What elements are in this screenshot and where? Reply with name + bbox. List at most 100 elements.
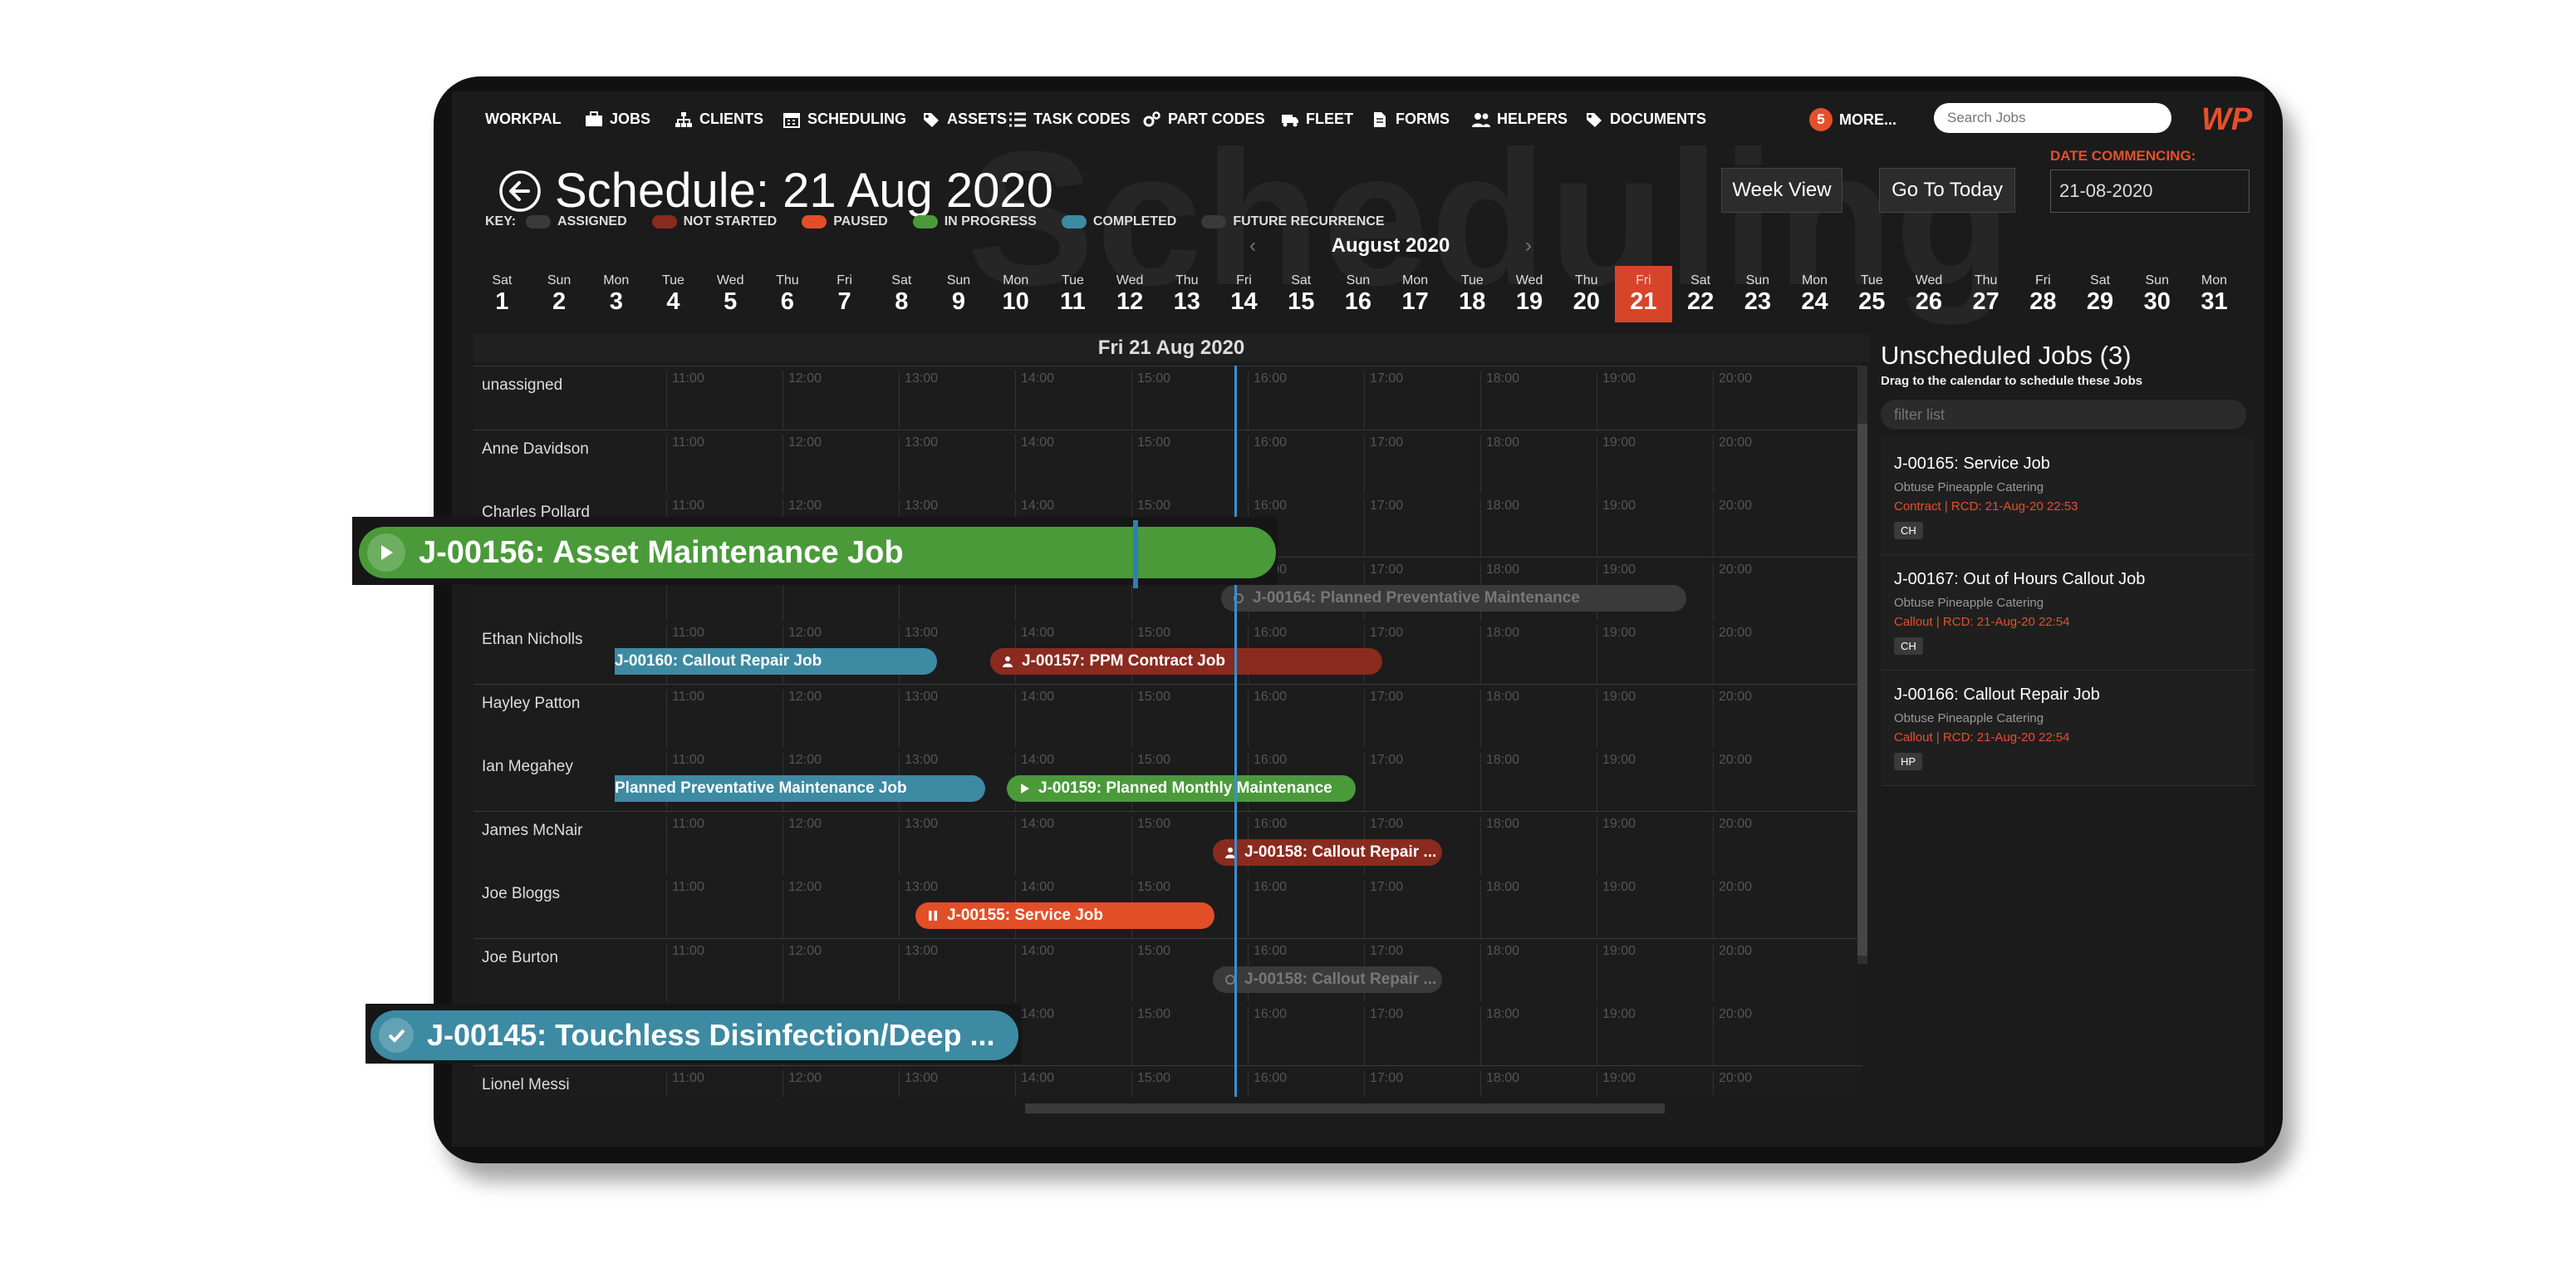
day-19[interactable]: Wed 19 bbox=[1501, 266, 1558, 322]
day-5[interactable]: Wed 5 bbox=[702, 266, 759, 322]
nav-jobs[interactable]: JOBS bbox=[585, 111, 650, 128]
day-21[interactable]: Fri 21 bbox=[1615, 266, 1672, 322]
schedule-row[interactable]: unassigned 11:00 12:00 13:00 14:00 15:00 16:00… bbox=[473, 366, 1862, 430]
job-bar[interactable]: J-00164: Planned Preventative Maintenanc… bbox=[1221, 584, 1686, 612]
nav-brand[interactable]: WORKPAL bbox=[485, 111, 562, 128]
day-12[interactable]: Wed 12 bbox=[1102, 266, 1159, 322]
key-item-label: PAUSED bbox=[833, 214, 888, 229]
dragged-job-j00145[interactable]: J-00145: Touchless Disinfection/Deep ... bbox=[370, 1010, 1018, 1060]
day-7[interactable]: Fri 7 bbox=[816, 266, 873, 322]
day-15[interactable]: Sat 15 bbox=[1273, 266, 1330, 322]
day-17[interactable]: Mon 17 bbox=[1386, 266, 1444, 322]
unscheduled-job[interactable]: J-00166: Callout Repair Job Obtuse Pinea… bbox=[1881, 671, 2255, 786]
horizontal-scrollbar[interactable] bbox=[1025, 1103, 1665, 1113]
day-30[interactable]: Sun 30 bbox=[2128, 266, 2186, 322]
day-25[interactable]: Tue 25 bbox=[1843, 266, 1901, 322]
dragged-job-j00156[interactable]: J-00156: Asset Maintenance Job bbox=[359, 527, 1276, 578]
go-to-today-button[interactable]: Go To Today bbox=[1879, 168, 2015, 213]
hour-tick: 14:00 bbox=[1015, 816, 1054, 875]
day-3[interactable]: Mon 3 bbox=[587, 266, 645, 322]
nav-task-codes[interactable]: TASK CODES bbox=[1008, 111, 1131, 128]
hour-tick: 11:00 bbox=[666, 371, 704, 430]
week-view-button[interactable]: Week View bbox=[1721, 168, 1842, 213]
day-18[interactable]: Tue 18 bbox=[1444, 266, 1501, 322]
schedule-row[interactable]: Joe Burton 11:00 12:00 13:00 14:00 15:00 16:00… bbox=[473, 937, 1862, 1002]
day-2[interactable]: Sun 2 bbox=[531, 266, 588, 322]
day-22[interactable]: Sat 22 bbox=[1672, 266, 1730, 322]
day-20[interactable]: Thu 20 bbox=[1558, 266, 1615, 322]
nav-clients[interactable]: CLIENTS bbox=[675, 111, 763, 128]
day-26[interactable]: Wed 26 bbox=[1901, 266, 1958, 322]
filter-list-input[interactable] bbox=[1881, 400, 2246, 430]
day-6[interactable]: Thu 6 bbox=[759, 266, 817, 322]
drag-time-marker bbox=[1133, 520, 1138, 588]
day-28[interactable]: Fri 28 bbox=[2014, 266, 2072, 322]
job-bar-label: J-00160: Callout Repair Job bbox=[615, 652, 822, 670]
unscheduled-job[interactable]: J-00165: Service Job Obtuse Pineapple Ca… bbox=[1881, 440, 2255, 555]
nav-scheduling[interactable]: SCHEDULING bbox=[783, 111, 906, 128]
search-jobs-input[interactable] bbox=[1934, 103, 2171, 133]
back-arrow-icon[interactable] bbox=[498, 170, 542, 213]
unscheduled-job[interactable]: J-00167: Out of Hours Callout Job Obtuse… bbox=[1881, 555, 2255, 671]
nav-documents[interactable]: DOCUMENTS bbox=[1585, 111, 1706, 128]
day-number: 23 bbox=[1744, 287, 1771, 315]
day-name: Tue bbox=[1860, 273, 1883, 287]
day-14[interactable]: Fri 14 bbox=[1215, 266, 1273, 322]
day-9[interactable]: Sun 9 bbox=[930, 266, 988, 322]
day-strip: Sat 1 Sun 2 Mon 3 Tue 4 Wed 5 Thu 6 Fri 7 Sat 8 Sun 9 Mon 1… bbox=[473, 266, 2243, 322]
workpal-logo: WP bbox=[2201, 102, 2253, 135]
hour-tick: 19:00 bbox=[1597, 1070, 1636, 1097]
job-bar[interactable]: J-00158: Callout Repair ... bbox=[1213, 838, 1442, 866]
day-8[interactable]: Sat 8 bbox=[873, 266, 930, 322]
day-name: Thu bbox=[1175, 273, 1199, 287]
schedule-row[interactable]: Lionel Messi 11:00 12:00 13:00 14:00 15:00 16:… bbox=[473, 1064, 1862, 1097]
hour-tick: 11:00 bbox=[666, 1070, 704, 1097]
key-item-label: COMPLETED bbox=[1092, 214, 1177, 229]
job-bar[interactable]: J-00158: Callout Repair ... bbox=[1213, 966, 1442, 993]
hour-tick: 14:00 bbox=[1015, 689, 1054, 748]
day-23[interactable]: Sun 23 bbox=[1729, 266, 1786, 322]
hour-tick: 17:00 bbox=[1364, 753, 1403, 811]
day-4[interactable]: Tue 4 bbox=[645, 266, 702, 322]
next-month-button[interactable]: › bbox=[1525, 234, 1532, 258]
vertical-scrollbar[interactable] bbox=[1857, 424, 1867, 956]
day-29[interactable]: Sat 29 bbox=[2072, 266, 2129, 322]
nav-part-codes[interactable]: PART CODES bbox=[1143, 111, 1265, 128]
job-bar[interactable]: J-00155: Service Job bbox=[915, 902, 1214, 929]
day-1[interactable]: Sat 1 bbox=[473, 266, 531, 322]
hour-tick: 15:00 bbox=[1131, 435, 1170, 494]
hour-tick: 19:00 bbox=[1597, 435, 1636, 494]
job-bar[interactable]: J-00157: PPM Contract Job bbox=[990, 648, 1382, 675]
nav-assets[interactable]: ASSETS bbox=[922, 111, 1007, 128]
day-24[interactable]: Mon 24 bbox=[1786, 266, 1843, 322]
schedule-row[interactable]: Hayley Patton 11:00 12:00 13:00 14:00 15:00 16… bbox=[473, 683, 1862, 748]
day-number: 10 bbox=[1002, 287, 1029, 315]
month-label: August 2020 bbox=[1331, 234, 1450, 257]
day-11[interactable]: Tue 11 bbox=[1044, 266, 1102, 322]
day-name: Sun bbox=[2145, 273, 2169, 287]
hour-tick: 20:00 bbox=[1713, 626, 1752, 684]
day-name: Thu bbox=[776, 273, 799, 287]
nav-more[interactable]: 5 MORE... bbox=[1809, 108, 1896, 131]
key-pill bbox=[1201, 215, 1227, 229]
schedule-row[interactable]: Anne Davidson 11:00 12:00 13:00 14:00 15:00 16… bbox=[473, 429, 1862, 494]
day-number: 9 bbox=[951, 287, 966, 315]
job-bar[interactable]: J-00160: Callout Repair Job bbox=[615, 648, 937, 675]
day-16[interactable]: Sun 16 bbox=[1330, 266, 1387, 322]
job-bar[interactable]: Planned Preventative Maintenance Job bbox=[615, 775, 985, 802]
prev-month-button[interactable]: ‹ bbox=[1249, 234, 1256, 258]
day-27[interactable]: Thu 27 bbox=[1957, 266, 2014, 322]
day-13[interactable]: Thu 13 bbox=[1158, 266, 1215, 322]
day-10[interactable]: Mon 10 bbox=[987, 266, 1044, 322]
job-tag: CH bbox=[1894, 522, 1923, 539]
nav-forms[interactable]: FORMS bbox=[1371, 111, 1450, 128]
job-bar[interactable]: J-00159: Planned Monthly Maintenance bbox=[1007, 775, 1356, 802]
date-commencing-input[interactable] bbox=[2050, 170, 2250, 213]
day-31[interactable]: Mon 31 bbox=[2186, 266, 2243, 322]
nav-fleet[interactable]: FLEET bbox=[1281, 111, 1353, 128]
dragged-job-label: J-00145: Touchless Disinfection/Deep ... bbox=[427, 1018, 995, 1052]
schedule-row[interactable]: James McNair 11:00 12:00 13:00 14:00 15:00 16:… bbox=[473, 810, 1862, 875]
month-selector: ‹ August 2020 › bbox=[1249, 234, 1532, 258]
play-icon bbox=[367, 533, 405, 572]
nav-helpers[interactable]: HELPERS bbox=[1472, 111, 1568, 128]
